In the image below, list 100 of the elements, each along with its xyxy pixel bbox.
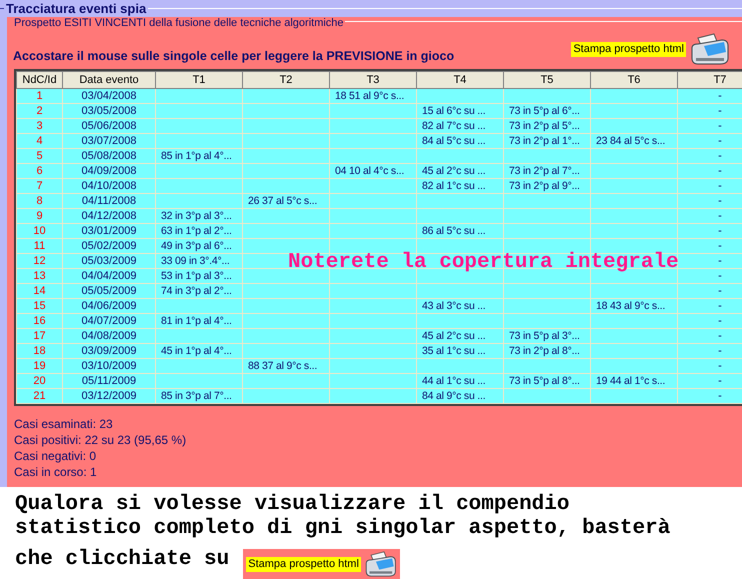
table-cell[interactable]: 45 al 2°c su ...: [418, 330, 502, 342]
event-date: 05/08/2008: [80, 150, 138, 162]
row-number: 17: [32, 330, 47, 342]
footer-text-line: statistico completo di gni singolar aspetto, basterà: [15, 517, 670, 541]
row-number: 6: [35, 164, 44, 178]
row-number: 13: [32, 270, 47, 282]
table-cell[interactable]: 74 in 3°p al 2°...: [156, 284, 242, 298]
column-header[interactable]: T5: [504, 72, 590, 88]
event-date: 03/12/2009: [80, 390, 138, 402]
table-cell[interactable]: 45 in 1°p al 4°...: [156, 344, 242, 358]
column-header[interactable]: T2: [242, 72, 330, 88]
window-title: Tracciatura eventi spia: [5, 2, 148, 15]
table-cell-text: -: [717, 270, 723, 282]
column-header[interactable]: T4: [416, 72, 504, 88]
table-cell-text: -: [717, 314, 723, 328]
table-cell-text: -: [717, 104, 723, 118]
table-cell-text: -: [717, 90, 723, 102]
row-number: 11: [32, 240, 46, 252]
event-date: 04/12/2008: [80, 210, 138, 222]
event-date: 04/10/2008: [80, 180, 138, 192]
table-cell[interactable]: 49 in 3°p al 6°...: [156, 240, 242, 252]
column-header[interactable]: T7: [678, 72, 742, 88]
table-cell[interactable]: 33 09 in 3°.4°...: [156, 254, 242, 268]
row-number: 14: [32, 284, 47, 298]
table-cell[interactable]: 73 in 5°p al 6°...: [504, 104, 590, 118]
footer-text-line: Qualora si volesse visualizzare il compendio: [15, 493, 570, 517]
table-cell[interactable]: 73 in 2°p al 8°...: [504, 344, 590, 358]
table-cell[interactable]: 81 in 1°p al 4°...: [156, 314, 242, 328]
table-cell[interactable]: 86 al 5°c su ...: [418, 224, 502, 238]
table-cell[interactable]: 85 in 3°p al 7°...: [156, 390, 242, 402]
table-cell-text: -: [717, 360, 723, 372]
table-cell[interactable]: 85 in 1°p al 4°...: [156, 150, 242, 162]
table-cell[interactable]: 53 in 1°p al 3°...: [156, 270, 242, 282]
table-cell-text: -: [717, 390, 723, 402]
column-header[interactable]: NdC/Id: [16, 72, 62, 88]
instruction-text: Accostare il mouse sulle singole celle per leggere la PREVISIONE in gioco: [13, 48, 454, 66]
table-cell[interactable]: 73 in 5°p al 8°...: [504, 374, 590, 388]
table-cell[interactable]: 18 43 al 9°c s...: [592, 300, 676, 312]
table-cell[interactable]: 84 al 5°c su ...: [418, 134, 502, 148]
table-cell[interactable]: 26 37 al 5°c s...: [244, 194, 328, 208]
table-cell-text: -: [717, 344, 723, 358]
print-button[interactable]: Stampa prospetto html: [571, 42, 686, 56]
column-header[interactable]: T1: [156, 72, 242, 88]
row-number: 1: [35, 90, 44, 102]
row-number: 5: [35, 150, 44, 162]
table-cell[interactable]: 73 in 2°p al 5°...: [504, 120, 590, 132]
event-date: 03/09/2009: [80, 344, 138, 358]
row-number: 12: [32, 254, 47, 268]
table-cell-text: -: [717, 330, 723, 342]
panel-legend: Prospetto ESITI VINCENTI della fusione delle tecniche algoritmiche: [13, 17, 345, 30]
event-date: 03/01/2009: [80, 224, 138, 238]
row-number: 18: [32, 344, 47, 358]
event-date: 05/06/2008: [80, 120, 138, 132]
event-date: 03/10/2009: [80, 360, 138, 372]
table-cell[interactable]: 84 al 9°c su ...: [418, 390, 502, 402]
stat-line: Casi esaminati: 23: [14, 416, 114, 432]
table-cell[interactable]: 73 in 2°p al 7°...: [504, 164, 590, 178]
event-date: 04/08/2009: [80, 330, 138, 342]
table-cell[interactable]: 88 37 al 9°c s...: [244, 360, 328, 372]
column-header[interactable]: T6: [590, 72, 678, 88]
row-number: 21: [32, 390, 47, 402]
row-number: 20: [32, 374, 47, 388]
table-cell[interactable]: 32 in 3°p al 3°...: [156, 210, 242, 222]
row-number: 16: [32, 314, 47, 328]
row-number: 8: [35, 194, 44, 208]
table-cell[interactable]: 73 in 2°p al 1°...: [504, 134, 590, 148]
table-cell-text: -: [717, 134, 723, 148]
table-cell[interactable]: 73 in 2°p al 9°...: [504, 180, 590, 192]
table-cell[interactable]: 43 al 3°c su ...: [418, 300, 502, 312]
print-button[interactable]: Stampa prospetto html: [246, 556, 361, 572]
table-cell-text: -: [717, 150, 723, 162]
column-header[interactable]: Data evento: [62, 72, 156, 88]
table-cell-text: -: [717, 254, 723, 268]
event-date: 05/11/2009: [80, 374, 138, 388]
event-date: 03/07/2008: [80, 134, 138, 148]
table-cell[interactable]: 23 84 al 5°c s...: [592, 134, 676, 148]
event-date: 04/11/2008: [80, 194, 138, 208]
table-cell[interactable]: 73 in 5°p al 3°...: [504, 330, 590, 342]
table-cell[interactable]: 82 al 1°c su ...: [418, 180, 502, 192]
table-cell-text: -: [717, 284, 723, 298]
row-number: 3: [35, 120, 44, 132]
table-cell[interactable]: 35 al 1°c su ...: [418, 344, 502, 358]
table-cell-text: -: [717, 240, 723, 252]
footer-text-line: che clicchiate su: [15, 548, 230, 572]
event-date: 05/02/2009: [80, 240, 138, 252]
table-cell[interactable]: 19 44 al 1°c s...: [592, 374, 676, 388]
table-cell[interactable]: 44 al 1°c su ...: [418, 374, 502, 388]
table-cell[interactable]: 18 51 al 9°c s...: [330, 90, 416, 102]
table-cell[interactable]: 82 al 7°c su ...: [418, 120, 502, 132]
table-cell[interactable]: 45 al 2°c su ...: [418, 164, 502, 178]
overlay-note: Noterete la copertura integrale: [288, 252, 679, 273]
event-date: 04/07/2009: [80, 314, 138, 328]
table-cell[interactable]: 63 in 1°p al 2°...: [156, 224, 242, 238]
table-cell[interactable]: 04 10 al 4°c s...: [330, 164, 416, 178]
event-date: 05/03/2009: [80, 254, 138, 268]
column-header[interactable]: T3: [330, 72, 416, 88]
table-cell-text: -: [717, 180, 723, 192]
row-number: 9: [35, 210, 44, 222]
table-cell-text: -: [717, 224, 723, 238]
table-cell[interactable]: 15 al 6°c su ...: [418, 104, 502, 118]
